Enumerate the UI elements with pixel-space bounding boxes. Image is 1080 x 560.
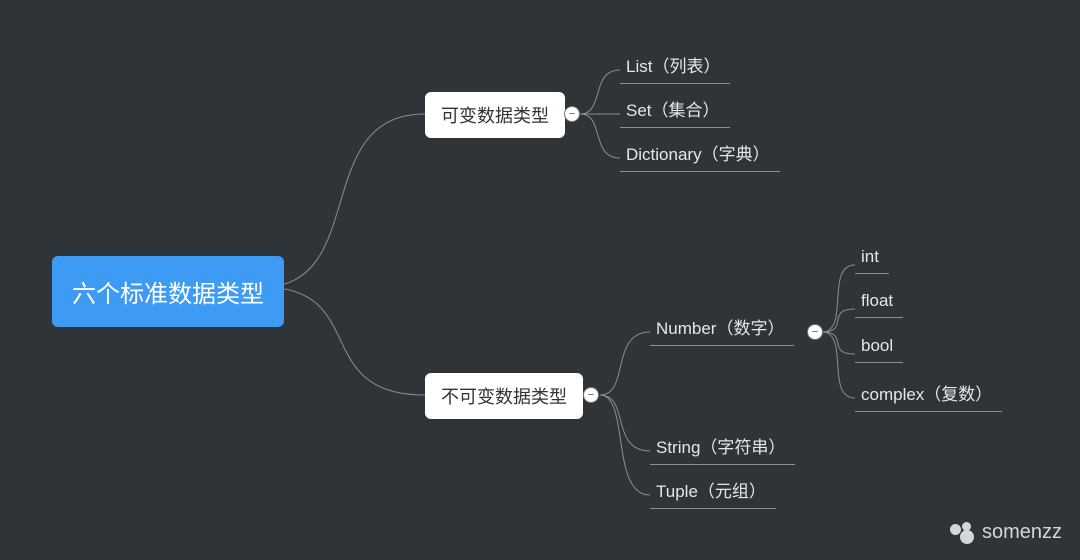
leaf-string[interactable]: String（字符串）	[650, 429, 795, 465]
leaf-number[interactable]: Number（数字）	[650, 310, 794, 346]
leaf-complex[interactable]: complex（复数）	[855, 376, 1002, 412]
root-label: 六个标准数据类型	[72, 281, 264, 308]
branch-immutable-label: 不可变数据类型	[441, 387, 567, 407]
leaf-complex-label: complex（复数）	[861, 385, 992, 404]
branch-immutable[interactable]: 不可变数据类型	[425, 373, 583, 419]
leaf-number-label: Number（数字）	[656, 319, 784, 338]
leaf-tuple[interactable]: Tuple（元组）	[650, 473, 776, 509]
leaf-float-label: float	[861, 291, 893, 310]
leaf-dictionary[interactable]: Dictionary（字典）	[620, 136, 780, 172]
leaf-set-label: Set（集合）	[626, 101, 720, 120]
branch-mutable[interactable]: 可变数据类型	[425, 92, 565, 138]
toggle-immutable[interactable]: −	[583, 387, 599, 403]
leaf-bool-label: bool	[861, 336, 893, 355]
wechat-icon	[950, 522, 978, 544]
leaf-string-label: String（字符串）	[656, 438, 785, 457]
watermark-text: somenzz	[982, 521, 1062, 544]
leaf-set[interactable]: Set（集合）	[620, 92, 730, 128]
leaf-list[interactable]: List（列表）	[620, 48, 730, 84]
leaf-tuple-label: Tuple（元组）	[656, 482, 766, 501]
leaf-float[interactable]: float	[855, 287, 903, 318]
leaf-dictionary-label: Dictionary（字典）	[626, 145, 770, 164]
leaf-list-label: List（列表）	[626, 57, 720, 76]
branch-mutable-label: 可变数据类型	[441, 106, 549, 126]
leaf-int-label: int	[861, 247, 879, 266]
root-node[interactable]: 六个标准数据类型	[52, 256, 284, 327]
leaf-bool[interactable]: bool	[855, 332, 903, 363]
mindmap-canvas: 六个标准数据类型 可变数据类型 − List（列表） Set（集合） Dicti…	[0, 0, 1080, 560]
watermark: somenzz	[950, 521, 1062, 544]
minus-icon: −	[588, 390, 594, 401]
leaf-int[interactable]: int	[855, 243, 889, 274]
toggle-number[interactable]: −	[807, 324, 823, 340]
minus-icon: −	[812, 327, 818, 338]
minus-icon: −	[569, 109, 575, 120]
toggle-mutable[interactable]: −	[564, 106, 580, 122]
